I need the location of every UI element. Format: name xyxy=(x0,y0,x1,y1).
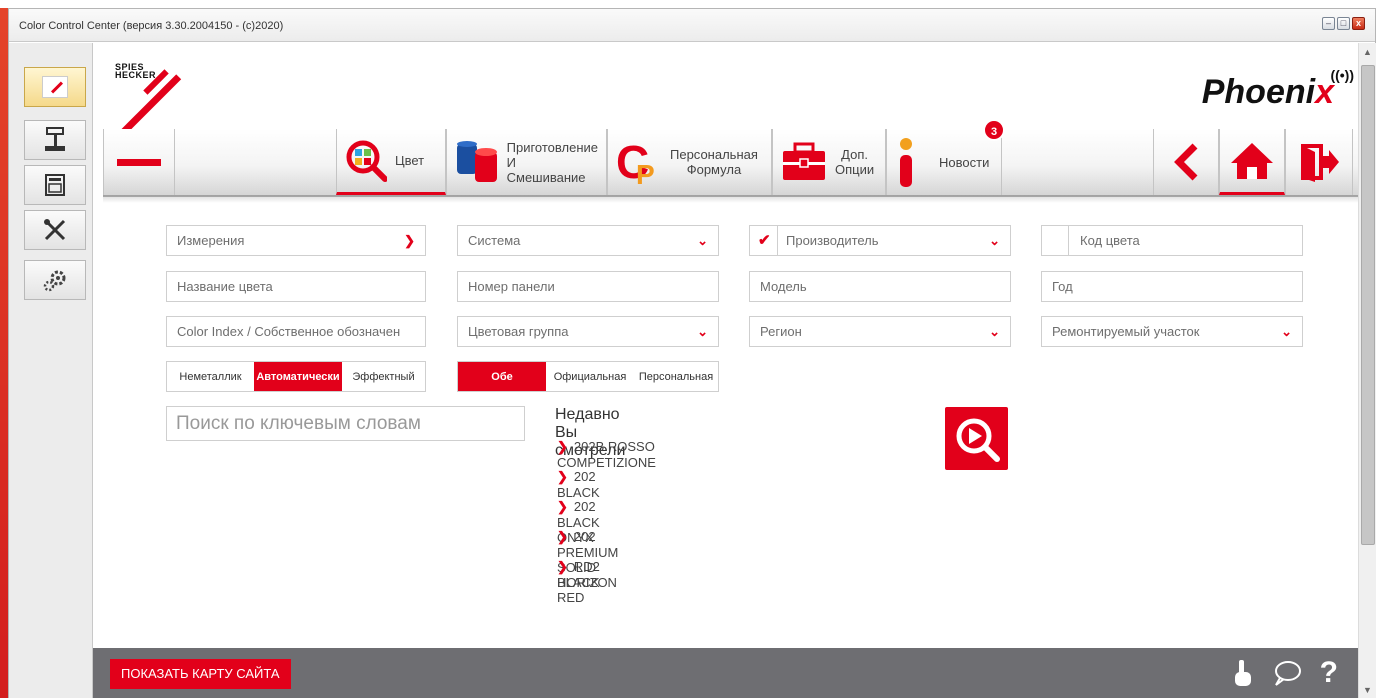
search-go-icon xyxy=(956,418,1000,462)
formula-source-toggle: Обе Официальная Персональная xyxy=(457,361,719,392)
repair-area-select[interactable]: Ремонтируемый участок ⌄ xyxy=(1041,316,1303,347)
color-name-input[interactable]: Название цвета xyxy=(166,271,426,302)
exit-door-icon xyxy=(1301,144,1339,182)
main-content: SPIES HECKER Phoenix ((•)) Цвет Приготов… xyxy=(93,43,1358,644)
color-group-select[interactable]: Цветовая группа ⌄ xyxy=(457,316,719,347)
finish-nonmetallic-option[interactable]: Неметаллик xyxy=(167,362,254,391)
scroll-down-icon[interactable]: ▼ xyxy=(1363,685,1372,695)
footer-icons: ? xyxy=(1232,656,1338,690)
briefcase-icon xyxy=(783,142,825,180)
tools-button[interactable] xyxy=(24,210,86,250)
finish-type-toggle: Неметаллик Автоматически Эффектный xyxy=(166,361,426,392)
settings-button[interactable] xyxy=(24,260,86,300)
keyword-search-input[interactable]: Поиск по ключевым словам xyxy=(166,406,525,441)
tab-color[interactable]: Цвет xyxy=(336,129,446,195)
color-code-field[interactable]: Код цвета xyxy=(1041,225,1303,256)
panel-number-input[interactable]: Номер панели xyxy=(457,271,719,302)
color-search-icon xyxy=(346,140,387,182)
tab-personal-label: Персональная Формула xyxy=(670,147,758,177)
spies-hecker-logo-icon xyxy=(42,76,68,98)
title-bar: Color Control Center (версия 3.30.200415… xyxy=(9,9,1375,42)
tab-news[interactable]: Новости xyxy=(886,129,1002,195)
phoenix-logo: Phoenix ((•)) xyxy=(1201,67,1354,112)
home-button[interactable] xyxy=(1219,129,1285,195)
manufacturer-select[interactable]: ✔ Производитель ⌄ xyxy=(749,225,1011,256)
minimize-button[interactable]: – xyxy=(1322,17,1335,30)
show-sitemap-button[interactable]: ПОКАЗАТЬ КАРТУ САЙТА xyxy=(110,659,291,689)
chevron-right-icon: ❯ xyxy=(557,559,568,574)
chevron-down-icon: ⌄ xyxy=(989,233,1000,248)
tab-mixing[interactable]: Приготовление И Смешивание xyxy=(446,129,607,195)
spies-hecker-logo-button[interactable] xyxy=(24,67,86,107)
source-personal-option[interactable]: Персональная xyxy=(634,362,718,391)
source-both-option[interactable]: Обе xyxy=(458,362,546,391)
tools-icon xyxy=(44,219,66,241)
hamburger-icon xyxy=(117,158,161,166)
recent-item[interactable]: ❯ 202 BLACK xyxy=(557,469,600,500)
news-count-badge: 3 xyxy=(983,119,1005,141)
app-window: Color Control Center (версия 3.30.200415… xyxy=(8,8,1376,698)
search-button[interactable] xyxy=(945,407,1008,470)
window-title: Color Control Center (версия 3.30.200415… xyxy=(19,20,284,32)
main-nav-bar: Цвет Приготовление И Смешивание C P Персо… xyxy=(103,119,1358,203)
chevron-right-icon: ❯ xyxy=(404,233,415,248)
touch-icon[interactable] xyxy=(1232,658,1254,688)
svg-text:P: P xyxy=(636,159,655,186)
menu-button[interactable] xyxy=(103,129,175,195)
help-icon[interactable]: ? xyxy=(1320,656,1338,690)
scale-icon xyxy=(45,127,65,151)
chat-icon[interactable] xyxy=(1272,659,1302,687)
finish-auto-option[interactable]: Автоматически xyxy=(254,362,342,391)
scroll-thumb[interactable] xyxy=(1361,65,1375,545)
chevron-right-icon: ❯ xyxy=(557,499,568,514)
maximize-button[interactable]: □ xyxy=(1337,17,1350,30)
year-input[interactable]: Год xyxy=(1041,271,1303,302)
mixing-machine-icon xyxy=(45,174,65,196)
tab-color-label: Цвет xyxy=(395,153,425,168)
recent-item[interactable]: ❯ 202B ROSSO COMPETIZIONE xyxy=(557,439,656,470)
vertical-scrollbar[interactable]: ▲ ▼ xyxy=(1358,43,1376,698)
chevron-right-icon: ❯ xyxy=(557,439,568,454)
close-button[interactable]: x xyxy=(1352,17,1365,30)
mixing-machine-button[interactable] xyxy=(24,165,86,205)
model-input[interactable]: Модель xyxy=(749,271,1011,302)
exit-button[interactable] xyxy=(1285,129,1353,195)
tab-personal-formula[interactable]: C P Персональная Формула xyxy=(607,129,772,195)
chevron-right-icon: ❯ xyxy=(557,529,568,544)
tab-options[interactable]: Доп. Опции xyxy=(772,129,886,195)
signal-icon: ((•)) xyxy=(1330,67,1354,83)
back-button[interactable] xyxy=(1153,129,1219,195)
chevron-down-icon: ⌄ xyxy=(1281,324,1292,339)
paint-cans-icon xyxy=(457,141,497,182)
home-icon xyxy=(1231,142,1273,179)
color-code-checkbox[interactable] xyxy=(1042,226,1069,255)
measurements-field[interactable]: Измерения ❯ xyxy=(166,225,426,256)
tab-news-label: Новости xyxy=(939,154,990,170)
spies-hecker-logo: SPIES HECKER xyxy=(113,63,185,139)
chevron-down-icon: ⌄ xyxy=(697,324,708,339)
color-index-input[interactable]: Color Index / Собственное обозначен xyxy=(166,316,426,347)
brand-line-2: HECKER xyxy=(115,70,157,80)
left-toolbar xyxy=(9,43,93,698)
tab-options-label: Доп. Опции xyxy=(835,147,875,177)
chevron-right-icon: ❯ xyxy=(557,469,568,484)
chevron-down-icon: ⌄ xyxy=(989,324,1000,339)
chevron-down-icon: ⌄ xyxy=(697,233,708,248)
personal-formula-icon: C P xyxy=(616,138,655,186)
source-official-option[interactable]: Официальная xyxy=(546,362,634,391)
desktop-edge xyxy=(0,8,8,698)
scale-button[interactable] xyxy=(24,120,86,160)
scroll-up-icon[interactable]: ▲ xyxy=(1363,47,1372,57)
finish-effect-option[interactable]: Эффектный xyxy=(342,362,425,391)
gears-icon xyxy=(43,270,66,292)
back-arrow-icon xyxy=(1174,143,1198,181)
info-icon xyxy=(900,138,912,187)
phoenix-text: Phoeni xyxy=(1201,73,1316,111)
recent-item[interactable]: ❯ RD2 HORIZON RED xyxy=(557,559,617,605)
footer-bar: ПОКАЗАТЬ КАРТУ САЙТА ? xyxy=(93,648,1358,698)
system-select[interactable]: Система ⌄ xyxy=(457,225,719,256)
region-select[interactable]: Регион ⌄ xyxy=(749,316,1011,347)
checkmark-icon: ✔ xyxy=(758,232,771,249)
tab-mixing-label: Приготовление И Смешивание xyxy=(506,139,598,185)
